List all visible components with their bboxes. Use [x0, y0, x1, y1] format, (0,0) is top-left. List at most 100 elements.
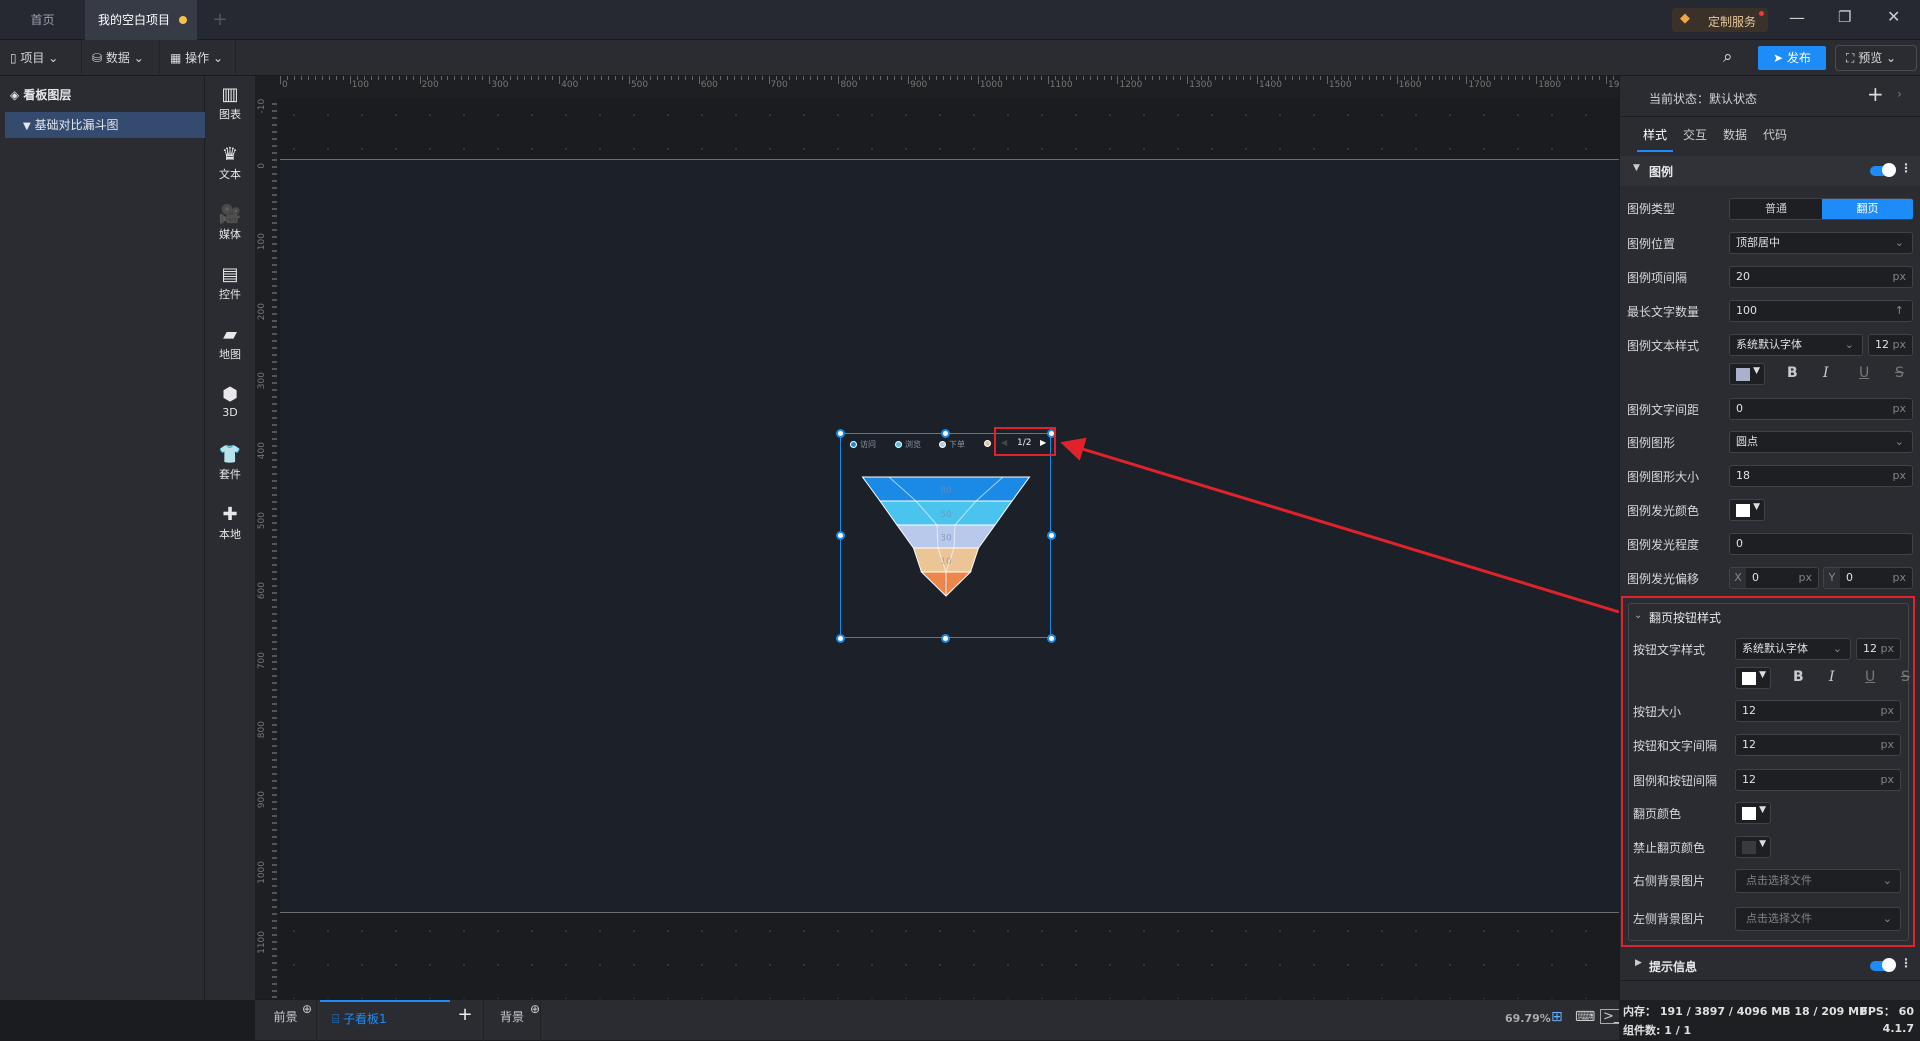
select-field[interactable]: 顶部居中 ⌄	[1729, 232, 1913, 254]
tool-media[interactable]: 🎥 媒体	[205, 204, 255, 242]
text-color-picker[interactable]: ▼	[1729, 363, 1765, 385]
font-family-select[interactable]: 系统默认字体 ⌄	[1735, 638, 1851, 660]
tab-home[interactable]: 首页	[0, 0, 85, 40]
italic-icon[interactable]: I	[1823, 365, 1829, 381]
strikethrough-icon[interactable]: S	[1901, 669, 1910, 685]
publish-button[interactable]: ➤ 发布	[1758, 46, 1826, 70]
file-select[interactable]: 点击选择文件 ⌄	[1735, 907, 1901, 931]
add-circle-icon[interactable]: ⊕	[530, 992, 540, 1026]
minimize-icon[interactable]: —	[1789, 8, 1805, 27]
more-icon[interactable]: ⋮	[1900, 956, 1912, 970]
restore-icon[interactable]: ❐	[1838, 8, 1851, 26]
bold-icon[interactable]: B	[1787, 365, 1798, 381]
font-size-input[interactable]: 12 px	[1868, 334, 1913, 356]
keyboard-icon[interactable]: ⌨	[1575, 1009, 1595, 1025]
layer-item[interactable]: ▼ 基础对比漏斗图	[5, 112, 205, 138]
chevron-right-icon[interactable]: ›	[1897, 87, 1902, 101]
legend-item[interactable]: 下单	[939, 439, 965, 450]
legend-type-paging[interactable]: 翻页	[1822, 199, 1913, 219]
custom-service-button[interactable]: ◆ 定制服务	[1672, 8, 1768, 32]
resize-handle[interactable]	[835, 633, 845, 643]
chevron-down-icon[interactable]: ⌄	[1634, 610, 1642, 621]
tool-kit[interactable]: 👕 套件	[205, 444, 255, 482]
tool-map[interactable]: ▰ 地图	[205, 324, 255, 362]
fit-screen-icon[interactable]: ⊞	[1551, 1009, 1563, 1025]
number-input[interactable]: 0 px	[1729, 398, 1913, 420]
font-size-input[interactable]: 12 px	[1856, 638, 1901, 660]
number-input[interactable]: 0	[1729, 533, 1913, 555]
resize-handle[interactable]	[940, 633, 950, 643]
horizontal-ruler[interactable]: 0 100 200 300 400 500 600 700 800 900 1000 1100 1200…	[255, 76, 1619, 98]
resize-handle[interactable]	[835, 428, 845, 438]
italic-icon[interactable]: I	[1829, 669, 1835, 685]
foreground-tab[interactable]: 前景 ⊕	[255, 1000, 317, 1041]
legend-item[interactable]: 浏览	[895, 439, 921, 450]
number-input[interactable]: 20 px	[1729, 266, 1913, 288]
legend-toggle[interactable]	[1870, 163, 1896, 177]
resize-handle[interactable]	[835, 530, 845, 540]
layer-panel-title: ◈ 看板图层	[10, 88, 72, 102]
legend-section-header[interactable]: ▼ 图例 ⋮	[1620, 156, 1920, 186]
sub-board-label: 子看板1	[343, 1012, 387, 1026]
menu-data[interactable]: ⛁ 数据 ⌄	[82, 40, 160, 76]
strikethrough-icon[interactable]: S	[1895, 365, 1904, 381]
field-label: 图例发光颜色	[1627, 504, 1700, 518]
add-tab-button[interactable]: +	[205, 0, 235, 40]
menu-operation[interactable]: ▦ 操作 ⌄	[160, 40, 236, 76]
tooltip-section-title: 提示信息	[1649, 960, 1698, 974]
underline-icon[interactable]: U	[1859, 365, 1869, 381]
tool-chart[interactable]: ▥ 图表	[205, 84, 255, 122]
title-bar: 首页 我的空白项目 + ◆ 定制服务 — ❐ ✕	[0, 0, 1920, 40]
tooltip-toggle[interactable]	[1870, 958, 1896, 972]
tool-3d[interactable]: ⬢ 3D	[205, 384, 255, 419]
resize-handle[interactable]	[1046, 530, 1056, 540]
color-picker[interactable]: ▼	[1735, 836, 1771, 858]
panel-tab-3[interactable]: 代码	[1757, 126, 1793, 152]
more-icon[interactable]: ⋮	[1900, 161, 1912, 175]
legend-item[interactable]: 访问	[850, 439, 876, 450]
panel-tab-1[interactable]: 交互	[1677, 126, 1713, 152]
tool-local[interactable]: ✚ 本地	[205, 504, 255, 542]
legend-item[interactable]	[984, 439, 994, 448]
underline-icon[interactable]: U	[1865, 669, 1875, 685]
number-input[interactable]: 12 px	[1735, 734, 1901, 756]
panel-tab-0[interactable]: 样式	[1637, 126, 1673, 152]
preview-button[interactable]: ⛶ 预览 ⌄	[1835, 45, 1917, 71]
close-icon[interactable]: ✕	[1887, 7, 1900, 26]
tooltip-section-header[interactable]: ▶ 提示信息 ⋮	[1620, 951, 1920, 981]
funnel-chart-widget[interactable]: 80 50 30 10 5 访问 浏览 下单 ◀ 1/2 ▶	[840, 433, 1051, 638]
number-stepper[interactable]: 100 ↑	[1729, 300, 1913, 322]
bold-icon[interactable]: B	[1793, 669, 1804, 685]
vertical-ruler[interactable]: -100 0 100 200 300 400 500 600 700 800 900 1000 1100	[255, 98, 277, 1000]
tab-project[interactable]: 我的空白项目	[85, 0, 197, 40]
chevron-down-icon: ⌄	[1844, 338, 1854, 351]
file-select[interactable]: 点击选择文件 ⌄	[1735, 869, 1901, 893]
tool-control[interactable]: ▤ 控件	[205, 264, 255, 302]
arrow-up-icon[interactable]: ↑	[1895, 301, 1904, 321]
ruler-label: 500	[630, 80, 649, 90]
text-color-picker[interactable]: ▼	[1735, 667, 1771, 689]
color-picker[interactable]: ▼	[1735, 802, 1771, 824]
select-field[interactable]: 圆点 ⌄	[1729, 431, 1913, 453]
menu-project[interactable]: ▯ 项目 ⌄	[0, 40, 82, 76]
number-input[interactable]: 12 px	[1735, 700, 1901, 722]
add-circle-icon[interactable]: ⊕	[302, 992, 312, 1026]
legend-type-normal[interactable]: 普通	[1730, 199, 1822, 219]
background-tab[interactable]: 背景 ⊕	[483, 1000, 541, 1041]
ruler-label: 100	[351, 80, 369, 90]
offset-x-input[interactable]: X 0 px	[1729, 567, 1819, 589]
resize-handle[interactable]	[1046, 633, 1056, 643]
add-state-button[interactable]: +	[1867, 82, 1884, 106]
offset-y-input[interactable]: Y 0 px	[1823, 567, 1913, 589]
number-input[interactable]: 12 px	[1735, 769, 1901, 791]
sub-board-tab[interactable]: ⌸ 子看板1	[320, 1000, 450, 1041]
resize-handle[interactable]	[940, 428, 950, 438]
field-label: 右侧背景图片	[1633, 874, 1706, 888]
color-picker[interactable]: ▼	[1729, 499, 1765, 521]
number-input[interactable]: 18 px	[1729, 465, 1913, 487]
search-icon[interactable]: ⌕	[1723, 47, 1733, 67]
tool-text[interactable]: ♛ 文本	[205, 144, 255, 182]
font-family-select[interactable]: 系统默认字体 ⌄	[1729, 334, 1863, 356]
add-board-button[interactable]: +	[450, 1004, 480, 1025]
panel-tab-2[interactable]: 数据	[1717, 126, 1753, 152]
